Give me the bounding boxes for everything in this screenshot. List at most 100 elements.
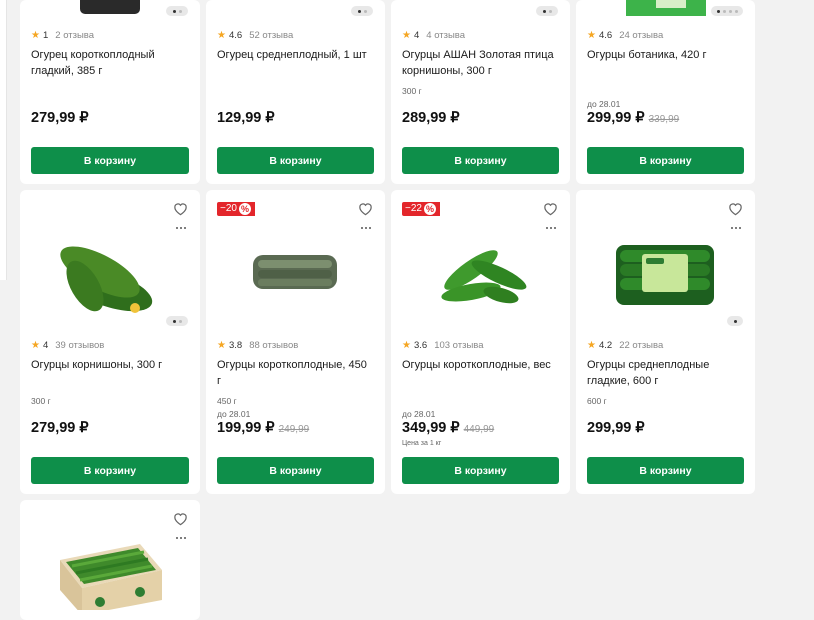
more-dots-icon[interactable] [731,227,741,229]
star-icon: ★ [402,340,411,351]
reviews-link[interactable]: 22 отзыва [619,340,663,351]
star-icon: ★ [217,340,226,351]
price: 289,99 ₽ [402,110,460,126]
heart-icon[interactable] [728,202,743,216]
heart-icon[interactable] [173,512,188,526]
product-title[interactable]: Огурцы корнишоны, 300 г [31,357,188,373]
price: 349,99 ₽449,99 [402,420,494,436]
discount-value: −20 [220,203,237,214]
add-to-cart-button[interactable]: В корзину [217,147,374,174]
star-icon: ★ [31,340,40,351]
image-pager[interactable] [727,316,743,326]
product-image [391,230,570,320]
add-to-cart-button[interactable]: В корзину [31,457,189,484]
star-icon: ★ [587,30,596,41]
product-title[interactable]: Огурцы ботаника, 420 г [587,47,743,63]
more-dots-icon[interactable] [176,227,186,229]
product-image [576,240,755,315]
old-price: 449,99 [463,424,495,435]
product-photo [60,246,153,313]
reviews-link[interactable]: 88 отзывов [249,340,298,351]
rating-value: 4 [42,340,49,351]
product-title[interactable]: Огурцы короткоплодные, вес [402,357,558,373]
reviews-link[interactable]: 39 отзывов [55,340,104,351]
product-card[interactable]: ★ 4.6 52 отзыва Огурец среднеплодный, 1 шт… [206,0,385,184]
add-to-cart-button[interactable]: В корзину [402,147,559,174]
add-to-cart-button[interactable]: В корзину [402,457,559,484]
heart-icon[interactable] [543,202,558,216]
price: 299,99 ₽ [587,420,645,436]
rating: ★ 4.2 22 отзыва [587,340,663,351]
product-card[interactable]: ★ 1 2 отзыва Огурец короткоплодный гладкий… [20,0,200,184]
add-to-cart-button[interactable]: В корзину [587,457,744,484]
product-card[interactable]: ★ 4 4 отзыва Огурцы АШАН Золотая птица кор… [391,0,570,184]
product-card[interactable] [20,500,200,620]
more-dots-icon[interactable] [361,227,371,229]
product-photo [253,255,337,289]
star-icon: ★ [217,30,226,41]
rating: ★ 4.6 24 отзыва [587,30,663,41]
product-card[interactable]: ★ 4 39 отзывов Огурцы корнишоны, 300 г 300… [20,190,200,494]
old-price: 339,99 [648,114,680,125]
product-card[interactable]: −22% ★ 3.6 103 отзыва Огурцы короткоплодны… [391,190,570,494]
more-dots-icon[interactable] [176,537,186,539]
rating: ★ 4 39 отзывов [31,340,104,351]
current-price: 299,99 ₽ [587,420,645,436]
current-price: 349,99 ₽ [402,420,460,436]
product-image [20,540,200,615]
current-price: 199,99 ₽ [217,420,275,436]
rating-value: 4.2 [598,340,613,351]
discount-value: −22 [405,203,422,214]
image-pager[interactable] [711,6,743,16]
discount-badge: −22% [402,202,440,216]
image-pager[interactable] [351,6,373,16]
product-title[interactable]: Огурец короткоплодный гладкий, 385 г [31,47,188,79]
rating: ★ 4.6 52 отзыва [217,30,293,41]
product-card[interactable]: −20% ★ 3.8 88 отзывов Огурцы короткоплодны… [206,190,385,494]
product-title[interactable]: Огурцы среднеплодные гладкие, 600 г [587,357,743,389]
promo-until: до 28.01 [587,99,621,109]
current-price: 299,99 ₽ [587,110,645,126]
current-price: 289,99 ₽ [402,110,460,126]
price: 129,99 ₽ [217,110,275,126]
discount-badge: −20% [217,202,255,216]
more-dots-icon[interactable] [546,227,556,229]
star-icon: ★ [402,30,411,41]
price: 199,99 ₽249,99 [217,420,309,436]
star-icon: ★ [587,340,596,351]
weight-label: 600 г [587,396,607,406]
product-photo [441,250,527,304]
image-pager[interactable] [536,6,558,16]
product-title[interactable]: Огурец среднеплодный, 1 шт [217,47,373,63]
reviews-link[interactable]: 24 отзыва [619,30,663,41]
reviews-link[interactable]: 2 отзыва [55,30,94,41]
rating: ★ 1 2 отзыва [31,30,94,41]
reviews-link[interactable]: 4 отзыва [426,30,465,41]
weight-label: 300 г [402,86,422,96]
percent-icon: % [238,203,251,215]
product-card[interactable]: ★ 4.6 24 отзыва Огурцы ботаника, 420 г до … [576,0,755,184]
add-to-cart-button[interactable]: В корзину [217,457,374,484]
rating: ★ 3.8 88 отзывов [217,340,298,351]
weight-label: 450 г [217,396,237,406]
promo-until: до 28.01 [217,409,251,419]
rating-value: 4.6 [598,30,613,41]
product-title[interactable]: Огурцы АШАН Золотая птица корнишоны, 300… [402,47,558,79]
price: 279,99 ₽ [31,110,89,126]
product-title[interactable]: Огурцы короткоплодные, 450 г [217,357,373,389]
product-card[interactable]: ★ 4.2 22 отзыва Огурцы среднеплодные гладк… [576,190,755,494]
add-to-cart-button[interactable]: В корзину [587,147,744,174]
promo-until: до 28.01 [402,409,436,419]
heart-icon[interactable] [173,202,188,216]
add-to-cart-button[interactable]: В корзину [31,147,189,174]
rating-value: 3.8 [228,340,243,351]
heart-icon[interactable] [358,202,373,216]
image-pager[interactable] [166,316,188,326]
reviews-link[interactable]: 103 отзыва [434,340,483,351]
image-pager[interactable] [166,6,188,16]
reviews-link[interactable]: 52 отзыва [249,30,293,41]
rating: ★ 3.6 103 отзыва [402,340,484,351]
price: 279,99 ₽ [31,420,89,436]
star-icon: ★ [31,30,40,41]
weight-label: 300 г [31,396,51,406]
